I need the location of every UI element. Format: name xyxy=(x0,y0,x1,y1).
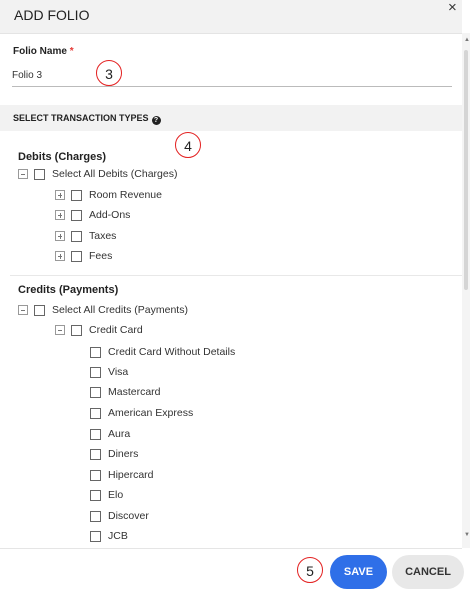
credit-card-type-label: Credit Card Without Details xyxy=(108,346,236,358)
close-icon[interactable]: × xyxy=(448,0,457,16)
credit-card-row[interactable]: Credit Card xyxy=(55,323,143,337)
credit-card-type-label: Visa xyxy=(108,366,129,378)
debit-item-checkbox[interactable] xyxy=(71,250,82,262)
credit-card-type-label: Mastercard xyxy=(108,386,161,398)
required-asterisk: * xyxy=(69,46,74,57)
credit-card-type-row[interactable]: Elo xyxy=(90,488,123,502)
section-title: SELECT TRANSACTION TYPES xyxy=(13,113,149,123)
select-all-credits-row[interactable]: Select All Credits (Payments) xyxy=(18,303,188,317)
credit-card-checkbox[interactable] xyxy=(71,324,82,336)
credit-card-type-label: Aura xyxy=(108,428,131,440)
debit-item-checkbox[interactable] xyxy=(71,189,82,201)
credit-card-type-checkbox[interactable] xyxy=(90,346,101,358)
collapse-icon[interactable] xyxy=(18,305,28,315)
collapse-icon[interactable] xyxy=(18,169,28,179)
select-all-credits-label: Select All Credits (Payments) xyxy=(52,304,188,316)
select-all-debits-label: Select All Debits (Charges) xyxy=(52,168,178,180)
credit-card-label: Credit Card xyxy=(89,324,143,336)
help-icon[interactable]: ? xyxy=(151,116,161,125)
folio-name-label: Folio Name * xyxy=(13,46,74,57)
credit-card-type-row[interactable]: Mastercard xyxy=(90,385,161,399)
footer-divider xyxy=(0,548,462,549)
expand-icon[interactable] xyxy=(55,190,65,200)
debit-item-checkbox[interactable] xyxy=(71,230,82,242)
expand-icon[interactable] xyxy=(55,251,65,261)
debit-item-label: Taxes xyxy=(89,230,117,242)
credit-card-type-row[interactable]: Hipercard xyxy=(90,468,154,482)
debit-item-label: Room Revenue xyxy=(89,189,162,201)
credit-card-type-checkbox[interactable] xyxy=(90,448,101,460)
dialog-header: ADD FOLIO xyxy=(0,0,462,34)
credit-card-type-row[interactable]: Credit Card Without Details xyxy=(90,345,235,359)
credit-card-type-row[interactable]: Diners xyxy=(90,447,138,461)
debits-group-title: Debits (Charges) xyxy=(18,151,107,163)
credit-card-type-label: Diners xyxy=(108,448,139,460)
credit-card-type-checkbox[interactable] xyxy=(90,428,101,440)
credit-card-type-checkbox[interactable] xyxy=(90,469,101,481)
debit-item-row[interactable]: Fees xyxy=(55,249,112,263)
credit-card-type-label: JCB xyxy=(108,530,128,542)
credit-card-type-checkbox[interactable] xyxy=(90,386,101,398)
select-all-debits-row[interactable]: Select All Debits (Charges) xyxy=(18,167,177,181)
credit-card-type-checkbox[interactable] xyxy=(90,366,101,378)
credit-card-type-label: Discover xyxy=(108,510,149,522)
credit-card-type-checkbox[interactable] xyxy=(90,530,101,542)
debit-item-row[interactable]: Taxes xyxy=(55,229,116,243)
group-divider xyxy=(10,275,462,276)
transaction-types-section-header: SELECT TRANSACTION TYPES? xyxy=(0,105,462,131)
collapse-icon[interactable] xyxy=(55,325,65,335)
credit-card-type-row[interactable]: Discover xyxy=(90,509,149,523)
debit-item-row[interactable]: Add-Ons xyxy=(55,208,130,222)
scroll-down-arrow-icon[interactable]: ▼ xyxy=(464,532,470,538)
credit-card-type-row[interactable]: Visa xyxy=(90,365,128,379)
expand-icon[interactable] xyxy=(55,210,65,220)
credits-group-title: Credits (Payments) xyxy=(18,284,119,296)
credit-card-type-checkbox[interactable] xyxy=(90,489,101,501)
folio-name-input[interactable] xyxy=(12,64,452,87)
debit-item-checkbox[interactable] xyxy=(71,209,82,221)
annotation-marker-4: 4 xyxy=(175,132,201,158)
credit-card-type-row[interactable]: American Express xyxy=(90,406,193,420)
credit-card-type-label: American Express xyxy=(108,407,194,419)
debit-item-label: Add-Ons xyxy=(89,209,131,221)
credit-card-type-checkbox[interactable] xyxy=(90,510,101,522)
annotation-marker-3: 3 xyxy=(96,60,122,86)
scroll-up-arrow-icon[interactable]: ▲ xyxy=(464,37,470,43)
credit-card-type-label: Hipercard xyxy=(108,469,154,481)
debit-item-row[interactable]: Room Revenue xyxy=(55,188,162,202)
scrollbar-thumb[interactable] xyxy=(464,50,468,290)
save-button[interactable]: SAVE xyxy=(330,555,387,589)
select-all-debits-checkbox[interactable] xyxy=(34,168,45,180)
credit-card-type-row[interactable]: JCB xyxy=(90,529,128,543)
credit-card-type-row[interactable]: Aura xyxy=(90,427,130,441)
select-all-credits-checkbox[interactable] xyxy=(34,304,45,316)
cancel-button[interactable]: CANCEL xyxy=(392,555,464,589)
annotation-marker-5: 5 xyxy=(297,557,323,583)
credit-card-type-label: Elo xyxy=(108,489,124,501)
credit-card-type-checkbox[interactable] xyxy=(90,407,101,419)
dialog-title: ADD FOLIO xyxy=(14,7,90,23)
debit-item-label: Fees xyxy=(89,250,113,262)
expand-icon[interactable] xyxy=(55,231,65,241)
